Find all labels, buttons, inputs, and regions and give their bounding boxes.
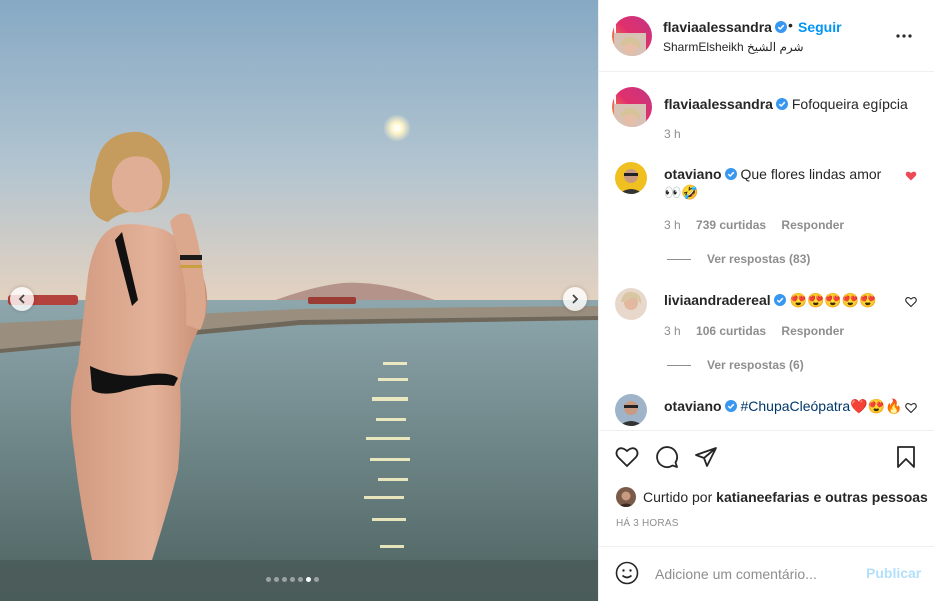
like-comment-button[interactable] bbox=[905, 170, 917, 185]
caption-author[interactable]: flaviaalessandra bbox=[664, 96, 773, 112]
comment-button[interactable] bbox=[655, 445, 679, 472]
comment-author[interactable]: otaviano bbox=[664, 166, 722, 182]
liked-by-prefix: Curtido por bbox=[643, 489, 713, 505]
comment-icon bbox=[656, 446, 678, 468]
post-timestamp[interactable]: HÁ 3 HORAS bbox=[616, 518, 679, 529]
comment-time[interactable]: 3 h bbox=[664, 324, 681, 338]
follow-button[interactable]: Seguir bbox=[798, 19, 842, 35]
view-replies-button[interactable]: Ver respostas (6) bbox=[667, 358, 804, 372]
like-comment-button[interactable] bbox=[905, 296, 917, 311]
commenter-avatar[interactable] bbox=[615, 162, 647, 194]
carousel-dot bbox=[274, 577, 279, 582]
liked-by-others[interactable]: e outras pessoas bbox=[813, 489, 927, 505]
heart-icon bbox=[615, 447, 639, 468]
post-location[interactable]: SharmElsheikh شرم الشيخ bbox=[663, 40, 804, 54]
heart-filled-icon bbox=[905, 171, 917, 181]
post-actions: Curtido por katianeefarias e outras pess… bbox=[599, 430, 934, 546]
save-button[interactable] bbox=[894, 445, 918, 472]
post-header: flaviaalessandra • Seguir SharmElsheikh … bbox=[599, 0, 934, 72]
publish-button[interactable]: Publicar bbox=[866, 565, 921, 581]
chevron-right-icon bbox=[572, 294, 579, 304]
caption-time[interactable]: 3 h bbox=[664, 127, 681, 141]
comment-composer: Publicar bbox=[599, 546, 934, 601]
more-options-button[interactable] bbox=[895, 27, 913, 48]
carousel-dot bbox=[298, 577, 303, 582]
chevron-left-icon bbox=[18, 294, 25, 304]
emoji-picker-button[interactable] bbox=[615, 561, 639, 588]
reply-button[interactable]: Responder bbox=[781, 324, 844, 338]
verified-icon bbox=[773, 294, 786, 306]
comment-author[interactable]: otaviano bbox=[664, 398, 722, 414]
view-replies-label: Ver respostas (83) bbox=[707, 252, 811, 266]
comment-hashtag[interactable]: #ChupaCleópatra bbox=[740, 398, 850, 414]
carousel-dot bbox=[290, 577, 295, 582]
carousel-dot bbox=[266, 577, 271, 582]
next-slide-button[interactable] bbox=[563, 287, 587, 311]
commenter-avatar[interactable] bbox=[615, 394, 647, 426]
caption-text: Fofoqueira egípcia bbox=[791, 96, 908, 112]
comment-likes[interactable]: 739 curtidas bbox=[696, 218, 766, 232]
liked-by-user[interactable]: katianeefarias bbox=[716, 489, 809, 505]
comment-likes[interactable]: 106 curtidas bbox=[696, 324, 766, 338]
caption-author-avatar[interactable] bbox=[612, 87, 652, 127]
heart-outline-icon bbox=[905, 403, 917, 414]
view-replies-label: Ver respostas (6) bbox=[707, 358, 804, 372]
carousel-dot bbox=[282, 577, 287, 582]
more-icon bbox=[896, 34, 912, 38]
verified-icon bbox=[724, 400, 737, 412]
author-avatar[interactable] bbox=[612, 16, 652, 56]
post-photo bbox=[0, 0, 598, 601]
author-username[interactable]: flaviaalessandra bbox=[663, 19, 787, 35]
instagram-post: flaviaalessandra • Seguir SharmElsheikh … bbox=[0, 0, 934, 601]
comment-text: 😍😍😍😍😍 bbox=[789, 292, 877, 308]
verified-icon bbox=[774, 21, 787, 33]
comment-text: ❤️😍🔥 bbox=[850, 398, 903, 414]
post-media[interactable] bbox=[0, 0, 598, 601]
carousel-dot bbox=[306, 577, 311, 582]
share-icon bbox=[695, 447, 717, 467]
view-replies-button[interactable]: Ver respostas (83) bbox=[667, 252, 810, 266]
emoji-icon bbox=[615, 561, 639, 585]
previous-slide-button[interactable] bbox=[10, 287, 34, 311]
carousel-dot bbox=[314, 577, 319, 582]
commenter-avatar[interactable] bbox=[615, 288, 647, 320]
comments-list[interactable]: flaviaalessandra Fofoqueira egípcia 3 h … bbox=[599, 73, 934, 429]
comment-input[interactable] bbox=[655, 563, 855, 585]
comment-time[interactable]: 3 h bbox=[664, 218, 681, 232]
liker-avatar[interactable] bbox=[616, 487, 636, 507]
post-side-panel: flaviaalessandra • Seguir SharmElsheikh … bbox=[598, 0, 934, 601]
heart-outline-icon bbox=[905, 297, 917, 308]
like-button[interactable] bbox=[615, 445, 639, 472]
verified-icon bbox=[775, 98, 788, 110]
liked-by: Curtido por katianeefarias e outras pess… bbox=[616, 487, 928, 507]
share-button[interactable] bbox=[694, 445, 718, 472]
reply-button[interactable]: Responder bbox=[781, 218, 844, 232]
bookmark-icon bbox=[897, 446, 915, 468]
carousel-indicator bbox=[266, 577, 319, 582]
like-comment-button[interactable] bbox=[905, 402, 917, 417]
verified-icon bbox=[724, 168, 737, 180]
separator-dot: • bbox=[788, 17, 793, 33]
comment-author[interactable]: liviaandradereal bbox=[664, 292, 771, 308]
